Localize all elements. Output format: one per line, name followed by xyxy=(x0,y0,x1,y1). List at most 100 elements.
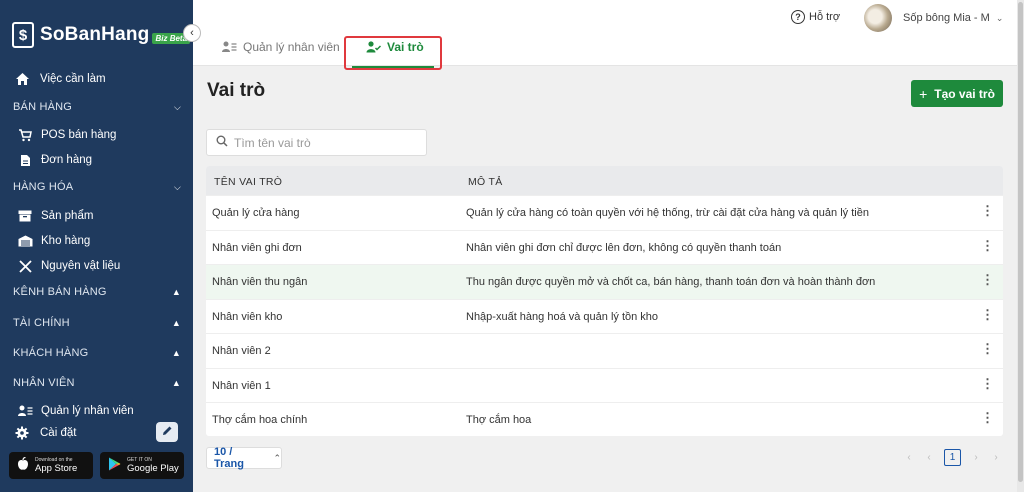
cart-icon xyxy=(17,128,33,142)
role-name: Nhân viên 1 xyxy=(212,379,271,392)
nav-warehouse-label: Kho hàng xyxy=(41,235,91,247)
section-ban-hang[interactable]: BÁN HÀNG ⌵ xyxy=(13,101,181,113)
nav-settings[interactable]: Cài đặt xyxy=(14,426,76,440)
search-input[interactable] xyxy=(234,135,414,150)
tab-active-indicator xyxy=(352,66,434,68)
table-row[interactable]: Nhân viên thu ngân Thu ngân được quyền m… xyxy=(206,264,1003,299)
utensils-icon xyxy=(17,259,33,273)
chevron-up-icon: ▲ xyxy=(171,348,181,358)
logo-icon: $ xyxy=(12,22,34,48)
user-menu[interactable]: Sốp bông Mia - M ⌄ xyxy=(864,4,1003,32)
role-description: Nhân viên ghi đơn chỉ được lên đơn, khôn… xyxy=(466,241,782,254)
more-vertical-icon[interactable]: ⋮ xyxy=(981,377,994,390)
nav-orders[interactable]: Đơn hàng xyxy=(17,153,92,167)
chevron-down-icon: ⌵ xyxy=(173,101,181,112)
edit-button[interactable] xyxy=(156,422,178,442)
page-size-value: 10 / Trang xyxy=(214,446,244,470)
app-store-button[interactable]: Download on the App Store xyxy=(9,452,93,479)
logo[interactable]: $ SoBanHang Biz Beta xyxy=(12,22,191,48)
scrollbar[interactable] xyxy=(1017,0,1024,492)
role-description: Quản lý cửa hàng có toàn quyền với hệ th… xyxy=(466,207,869,219)
role-description: Thợ cắm hoa xyxy=(466,414,532,426)
nav-pos-label: POS bán hàng xyxy=(41,129,117,141)
section-hang-hoa[interactable]: HÀNG HÓA ⌵ xyxy=(13,181,181,193)
nav-todo[interactable]: Việc cần làm xyxy=(14,72,106,86)
section-khach-hang[interactable]: KHÁCH HÀNG ▲ xyxy=(13,347,181,359)
table-row[interactable]: Nhân viên 1 ⋮ xyxy=(206,367,1003,403)
table-row[interactable]: Nhân viên 2 ⋮ xyxy=(206,333,1003,368)
chevron-up-icon: ⌃ xyxy=(273,452,281,463)
more-vertical-icon[interactable]: ⋮ xyxy=(981,411,994,424)
table-row[interactable]: Nhân viên ghi đơn Nhân viên ghi đơn chỉ … xyxy=(206,229,1003,265)
nav-settings-label: Cài đặt xyxy=(40,427,77,439)
role-description: Nhập-xuất hàng hoá và quản lý tồn kho xyxy=(466,310,659,323)
apple-icon xyxy=(17,456,29,474)
more-vertical-icon[interactable]: ⋮ xyxy=(981,308,994,321)
help-link[interactable]: ? Hỗ trợ xyxy=(791,10,840,24)
nav-todo-label: Việc cần làm xyxy=(40,73,106,85)
chevron-up-icon: ▲ xyxy=(171,318,181,328)
tab-staff-management[interactable]: Quản lý nhân viên xyxy=(222,40,340,54)
column-header-name: TÊN VAI TRÒ xyxy=(214,176,283,188)
nav-staff-mgmt-label: Quản lý nhân viên xyxy=(41,405,134,417)
role-name: Nhân viên 2 xyxy=(212,345,271,357)
user-check-icon xyxy=(366,41,381,53)
user-name: Sốp bông Mia - M xyxy=(903,12,990,24)
table-row[interactable]: Quản lý cửa hàng Quản lý cửa hàng có toà… xyxy=(206,195,1003,230)
scrollbar-thumb[interactable] xyxy=(1018,2,1023,482)
nav-pos[interactable]: POS bán hàng xyxy=(17,128,116,142)
tab-roles-label: Vai trò xyxy=(387,40,424,54)
section-kenh-ban-hang[interactable]: KÊNH BÁN HÀNG ▲ xyxy=(13,286,181,298)
pencil-icon xyxy=(161,425,173,440)
chevron-left-icon[interactable]: ‹ xyxy=(899,452,919,463)
question-icon: ? xyxy=(791,10,805,24)
section-ban-hang-label: BÁN HÀNG xyxy=(13,101,73,113)
role-name: Nhân viên ghi đơn xyxy=(212,241,302,254)
chevron-right-icon[interactable]: › xyxy=(966,452,986,463)
page-title: Vai trò xyxy=(207,80,266,101)
home-icon xyxy=(14,72,30,86)
section-nhan-vien[interactable]: NHÂN VIÊN ▲ xyxy=(13,377,181,389)
more-vertical-icon[interactable]: ⋮ xyxy=(981,273,994,286)
nav-staff-mgmt[interactable]: Quản lý nhân viên xyxy=(17,404,134,418)
section-hang-hoa-label: HÀNG HÓA xyxy=(13,181,74,193)
section-tai-chinh-label: TÀI CHÍNH xyxy=(13,317,70,329)
more-vertical-icon[interactable]: ⋮ xyxy=(981,342,994,355)
google-play-label: Google Play xyxy=(127,463,179,474)
chevron-up-icon: ▲ xyxy=(171,378,181,388)
google-play-icon xyxy=(108,457,121,474)
nav-products[interactable]: Sản phẩm xyxy=(17,209,93,223)
chevron-down-icon: ⌵ xyxy=(173,181,181,192)
table-row[interactable]: Thợ cắm hoa chính Thợ cắm hoa ⋮ xyxy=(206,402,1003,436)
chevron-left-icon[interactable]: ‹ xyxy=(919,452,939,463)
create-role-button[interactable]: + Tạo vai trò xyxy=(911,80,1003,107)
user-list-icon xyxy=(17,404,33,418)
table-row[interactable]: Nhân viên kho Nhập-xuất hàng hoá và quản… xyxy=(206,298,1003,334)
document-icon xyxy=(17,153,33,167)
section-tai-chinh[interactable]: TÀI CHÍNH ▲ xyxy=(13,317,181,329)
top-bar: ? Hỗ trợ Sốp bông Mia - M ⌄ Quản lý nhân… xyxy=(193,0,1017,70)
google-play-button[interactable]: GET IT ON Google Play xyxy=(100,452,184,479)
sidebar: $ SoBanHang Biz Beta Việc cần làm BÁN HÀ… xyxy=(0,0,193,492)
chevron-right-icon[interactable]: › xyxy=(986,452,1006,463)
section-nhan-vien-label: NHÂN VIÊN xyxy=(13,377,75,389)
column-header-description: MÔ TẢ xyxy=(468,176,503,188)
more-vertical-icon[interactable]: ⋮ xyxy=(981,239,994,252)
table-header: TÊN VAI TRÒ MÔ TẢ xyxy=(206,166,1003,195)
more-vertical-icon[interactable]: ⋮ xyxy=(981,204,994,217)
main-content: ? Hỗ trợ Sốp bông Mia - M ⌄ Quản lý nhân… xyxy=(193,0,1017,492)
search-icon xyxy=(216,135,228,150)
tab-roles[interactable]: Vai trò xyxy=(366,40,424,54)
chevron-up-icon: ▲ xyxy=(171,287,181,297)
gear-icon xyxy=(14,426,30,440)
collapse-sidebar-button[interactable]: ‹ xyxy=(183,24,201,42)
nav-warehouse[interactable]: Kho hàng xyxy=(17,234,90,248)
page-size-select[interactable]: 10 / Trang ⌃ xyxy=(206,446,282,470)
current-page[interactable]: 1 xyxy=(944,449,961,466)
nav-materials[interactable]: Nguyên vật liệu xyxy=(17,259,120,273)
roles-table: TÊN VAI TRÒ MÔ TẢ Quản lý cửa hàng Quản … xyxy=(206,166,1003,436)
nav-products-label: Sản phẩm xyxy=(41,210,94,222)
role-name: Thợ cắm hoa chính xyxy=(212,414,308,426)
chevron-left-icon: ‹ xyxy=(190,27,194,39)
chevron-down-icon: ⌄ xyxy=(995,12,1004,23)
